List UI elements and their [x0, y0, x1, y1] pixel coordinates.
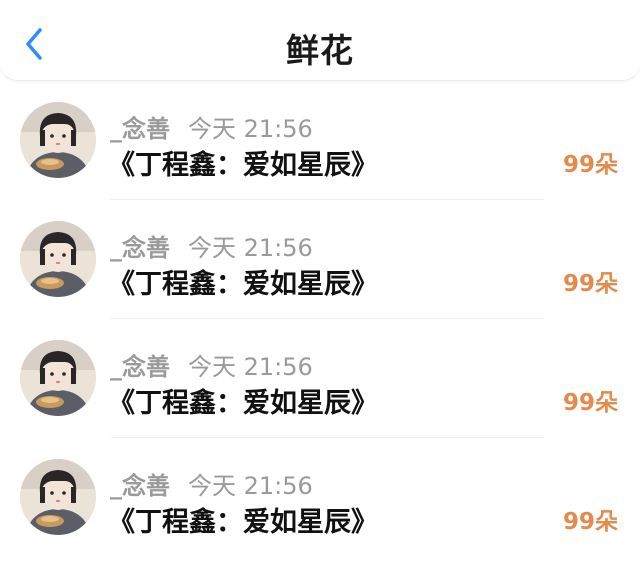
flower-count: 99朵 [562, 271, 618, 297]
avatar[interactable] [20, 459, 96, 535]
list-item[interactable]: _念善 今天 21:56 《丁程鑫：爱如星辰》 99朵 [0, 81, 640, 200]
list-item[interactable]: _念善 今天 21:56 《丁程鑫：爱如星辰》 99朵 [0, 319, 640, 438]
username: _念善 [110, 353, 170, 381]
timestamp: 今天 21:56 [188, 353, 313, 381]
timestamp: 今天 21:56 [188, 234, 313, 262]
flower-count: 99朵 [562, 509, 618, 535]
page-title: 鲜花 [286, 31, 354, 70]
username: _念善 [110, 234, 170, 262]
book-title: 《丁程鑫：爱如星辰》 [108, 269, 378, 300]
username: _念善 [110, 472, 170, 500]
flower-gift-list: _念善 今天 21:56 《丁程鑫：爱如星辰》 99朵 _念善 今天 21:56… [0, 81, 640, 557]
avatar[interactable] [20, 221, 96, 297]
flower-count: 99朵 [562, 390, 618, 416]
book-title: 《丁程鑫：爱如星辰》 [108, 388, 378, 419]
flower-count: 99朵 [562, 152, 618, 178]
book-title: 《丁程鑫：爱如星辰》 [108, 150, 378, 181]
book-title: 《丁程鑫：爱如星辰》 [108, 507, 378, 538]
list-item[interactable]: _念善 今天 21:56 《丁程鑫：爱如星辰》 99朵 [0, 438, 640, 557]
top-bar: 鲜花 [0, 0, 640, 81]
list-item[interactable]: _念善 今天 21:56 《丁程鑫：爱如星辰》 99朵 [0, 200, 640, 319]
avatar[interactable] [20, 102, 96, 178]
timestamp: 今天 21:56 [188, 115, 313, 143]
username: _念善 [110, 115, 170, 143]
timestamp: 今天 21:56 [188, 472, 313, 500]
avatar[interactable] [20, 340, 96, 416]
